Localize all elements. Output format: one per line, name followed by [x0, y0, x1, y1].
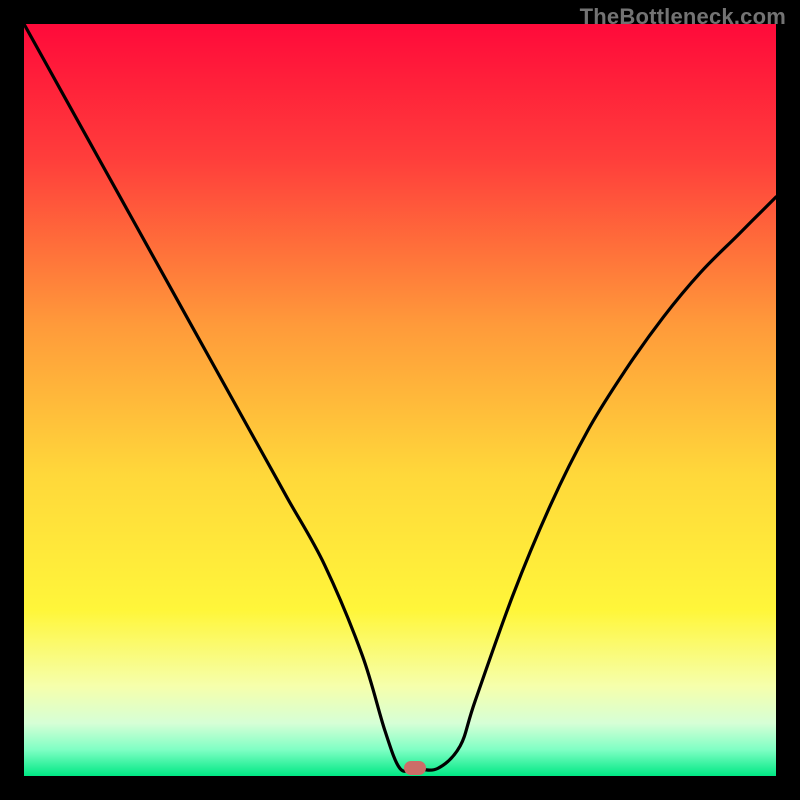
optimal-point-marker — [404, 761, 426, 775]
bottleneck-curve — [24, 24, 776, 776]
chart-frame: TheBottleneck.com — [0, 0, 800, 800]
plot-area — [24, 24, 776, 776]
watermark-text: TheBottleneck.com — [580, 4, 786, 30]
